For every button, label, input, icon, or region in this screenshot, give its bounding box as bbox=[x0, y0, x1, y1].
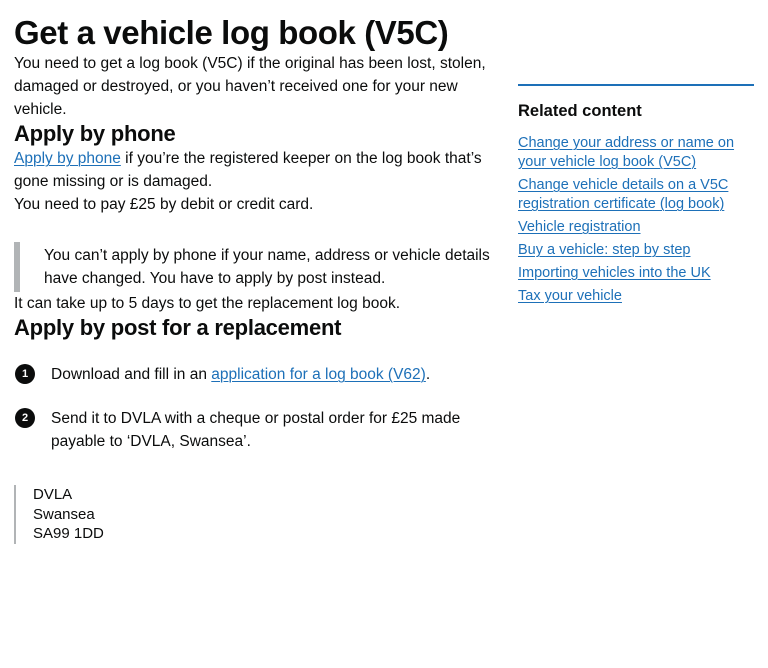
list-item: Change your address or name on your vehi… bbox=[518, 134, 754, 172]
inset-text-callout: You can’t apply by phone if your name, a… bbox=[14, 242, 494, 292]
related-link-buy-a-vehicle[interactable]: Buy a vehicle: step by step bbox=[518, 242, 691, 258]
address-line-1: DVLA bbox=[33, 486, 73, 503]
related-link-tax-your-vehicle[interactable]: Tax your vehicle bbox=[518, 288, 622, 304]
apply-by-phone-link[interactable]: Apply by phone bbox=[14, 150, 121, 167]
sidebar-title: Related content bbox=[518, 102, 642, 120]
step-text: Download and fill in an application for … bbox=[51, 363, 494, 386]
dvla-address-block: DVLA Swansea SA99 1DD bbox=[14, 485, 494, 544]
phone-fee-paragraph: You need to pay £25 by debit or credit c… bbox=[14, 196, 314, 213]
page-title: Get a vehicle log book (V5C) bbox=[14, 14, 449, 51]
step-number-badge: 1 bbox=[15, 364, 35, 384]
related-link-change-address[interactable]: Change your address or name on your vehi… bbox=[518, 135, 734, 170]
related-links-list: Change your address or name on your vehi… bbox=[518, 134, 754, 306]
sidebar-top-rule bbox=[518, 84, 754, 86]
list-item: Vehicle registration bbox=[518, 218, 754, 237]
list-item: Buy a vehicle: step by step bbox=[518, 241, 754, 260]
inset-text-content: You can’t apply by phone if your name, a… bbox=[44, 247, 490, 287]
step-text: Send it to DVLA with a cheque or postal … bbox=[51, 410, 461, 450]
related-link-change-vehicle-details[interactable]: Change vehicle details on a V5C registra… bbox=[518, 177, 728, 212]
related-link-vehicle-registration[interactable]: Vehicle registration bbox=[518, 219, 641, 235]
heading-apply-by-phone: Apply by phone bbox=[14, 121, 176, 146]
list-item: Tax your vehicle bbox=[518, 287, 754, 306]
v62-application-link[interactable]: application for a log book (V62) bbox=[211, 366, 426, 383]
related-link-importing-vehicles[interactable]: Importing vehicles into the UK bbox=[518, 265, 711, 281]
address-line-3: SA99 1DD bbox=[33, 525, 104, 542]
list-item: 2 Send it to DVLA with a cheque or posta… bbox=[14, 407, 494, 453]
address-line-2: Swansea bbox=[33, 505, 95, 523]
heading-apply-by-post: Apply by post for a replacement bbox=[14, 315, 342, 340]
step-text-after: . bbox=[425, 366, 431, 383]
main-content-column: Get a vehicle log book (V5C) You need to… bbox=[14, 0, 494, 544]
intro-paragraph: You need to get a log book (V5C) if the … bbox=[14, 55, 486, 118]
step-text-before: Download and fill in an bbox=[51, 366, 212, 383]
list-item: Importing vehicles into the UK bbox=[518, 264, 754, 283]
apply-by-phone-paragraph: Apply by phone if you’re the registered … bbox=[14, 147, 494, 193]
list-item: 1 Download and fill in an application fo… bbox=[14, 363, 494, 386]
apply-by-post-steps: 1 Download and fill in an application fo… bbox=[14, 363, 494, 453]
step-number-badge: 2 bbox=[15, 408, 35, 428]
related-content-sidebar: Related content Change your address or n… bbox=[518, 84, 754, 310]
page-root: Get a vehicle log book (V5C) You need to… bbox=[0, 0, 768, 668]
list-item: Change vehicle details on a V5C registra… bbox=[518, 176, 754, 214]
phone-timing-paragraph: It can take up to 5 days to get the repl… bbox=[14, 295, 401, 312]
